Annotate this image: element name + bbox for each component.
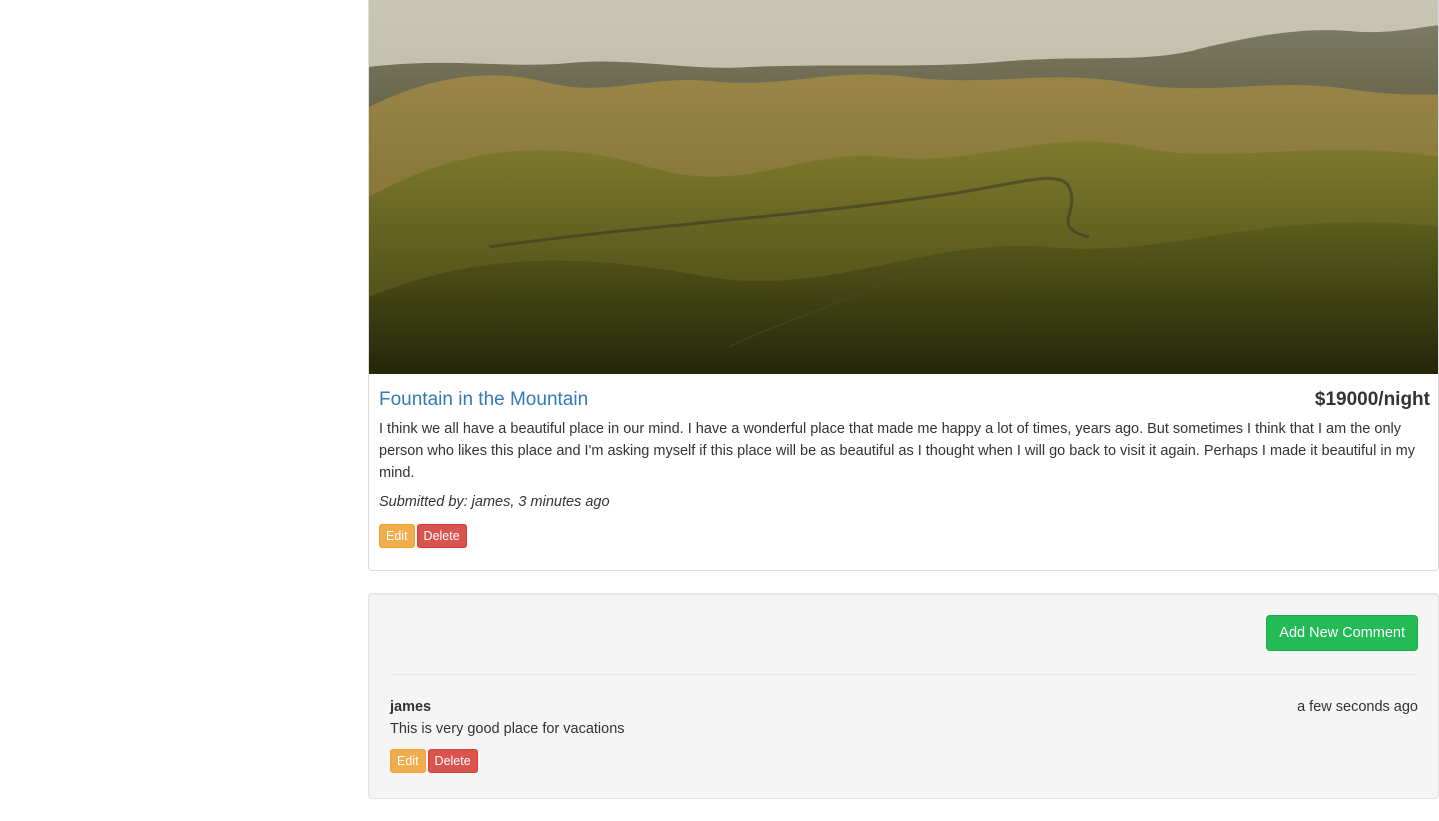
campground-description: I think we all have a beautiful place in… [379, 421, 1416, 481]
delete-campground-button[interactable]: Delete [416, 524, 467, 548]
comment-item: james a few seconds ago This is very goo… [390, 699, 1418, 773]
comments-divider [390, 674, 1417, 675]
comment-text: This is very good place for vacations [390, 721, 625, 737]
comment-timestamp: a few seconds ago [1297, 699, 1418, 715]
campground-price: $19000/night [1314, 389, 1430, 410]
caption-header: Fountain in the Mountain $19000/night [379, 374, 1430, 418]
submitted-by: Submitted by: james, 3 minutes ago [379, 494, 610, 510]
campground-actions: Edit Delete [379, 524, 1430, 548]
comments-panel: Add New Comment james a few seconds ago … [368, 593, 1439, 799]
campground-show-page: Fountain in the Mountain $19000/night I … [0, 0, 1439, 821]
edit-comment-button[interactable]: Edit [390, 749, 426, 773]
comment-actions: Edit Delete [390, 749, 1418, 773]
delete-comment-button[interactable]: Delete [427, 749, 478, 773]
campground-caption: Fountain in the Mountain $19000/night I … [379, 374, 1430, 548]
add-comment-button[interactable]: Add New Comment [1266, 615, 1418, 651]
edit-campground-button[interactable]: Edit [379, 524, 415, 548]
campground-image [369, 0, 1438, 374]
campground-card: Fountain in the Mountain $19000/night I … [368, 0, 1439, 571]
campground-title-link[interactable]: Fountain in the Mountain [379, 389, 588, 411]
comment-author: james [390, 699, 432, 715]
